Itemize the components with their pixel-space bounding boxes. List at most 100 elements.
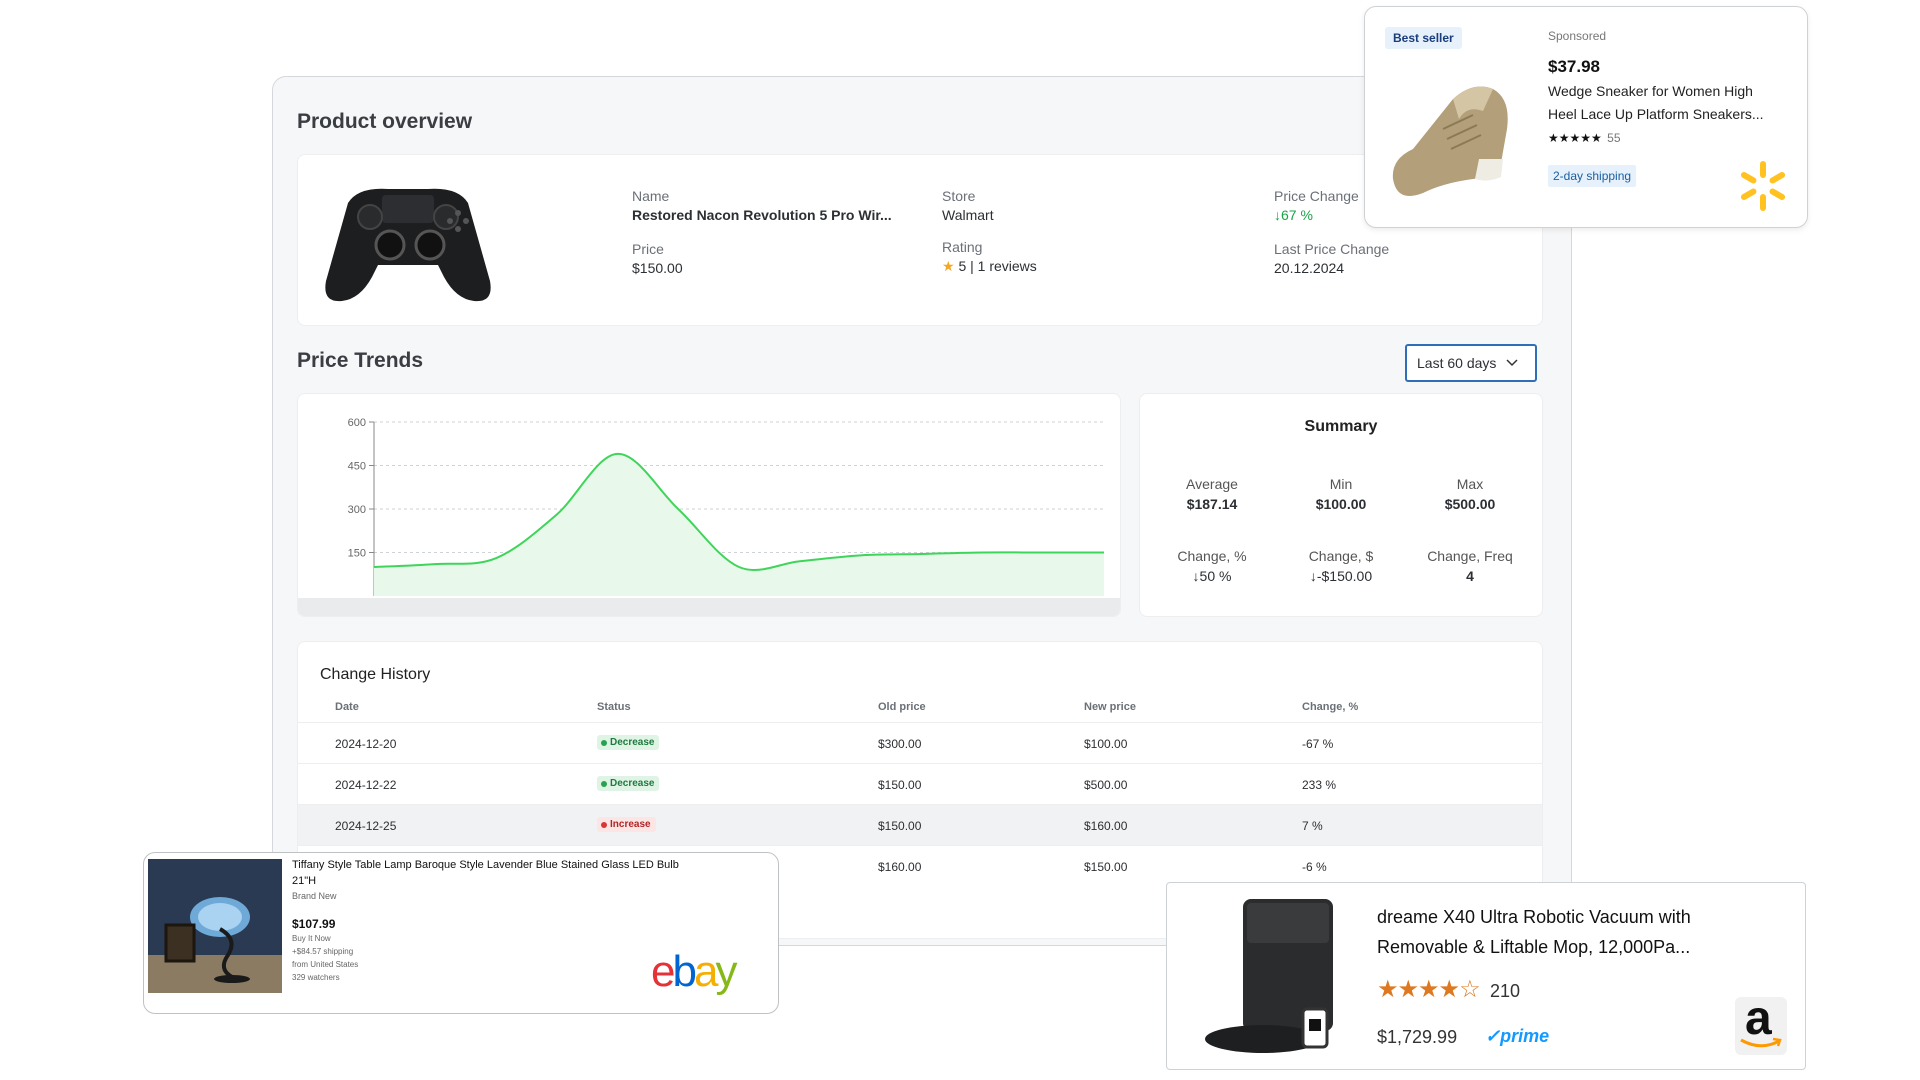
rating-stars: ★★★★☆ 210 [1377, 975, 1520, 1004]
rating-value: ★ 5 | 1 reviews [942, 258, 1037, 275]
location-label: from United States [292, 960, 359, 969]
status-dot [601, 821, 607, 828]
product-image [148, 859, 282, 993]
ad-price: $37.98 [1548, 57, 1600, 76]
max-value: $500.00 [1444, 496, 1496, 512]
status-badge: Increase [597, 817, 656, 832]
ebay-ad-card[interactable]: Tiffany Style Table Lamp Baroque Style L… [143, 852, 779, 1014]
min-value: $100.00 [1315, 496, 1367, 512]
row-new-price: $150.00 [1084, 860, 1128, 874]
row-old-price: $300.00 [878, 737, 922, 751]
review-count: 55 [1607, 131, 1621, 145]
product-title-line-1: dreame X40 Ultra Robotic Vacuum with [1377, 907, 1691, 927]
date-range-select[interactable]: Last 60 days [1405, 344, 1537, 382]
price-change-value: ↓67 % [1274, 207, 1313, 223]
row-old-price: $150.00 [878, 778, 922, 792]
prime-badge: ✓prime [1485, 1026, 1550, 1046]
y-tick-label: 300 [348, 504, 366, 516]
condition-label: Brand New [292, 891, 337, 901]
status-text: Decrease [610, 737, 655, 748]
listing-title-line-2: 21"H [292, 875, 317, 887]
change-usd-value: ↓-$150.00 [1309, 568, 1373, 584]
row-old-price: $150.00 [878, 819, 922, 833]
price-chart: 150 300 450 600 [297, 393, 1121, 617]
rating-stars: ★★★★★ 55 [1548, 131, 1621, 145]
max-label: Max [1456, 476, 1484, 492]
summary-change-usd: Change, $ ↓-$150.00 [1277, 548, 1405, 584]
table-row[interactable]: 2024-12-25 Increase $150.00 $160.00 7 % [298, 804, 1542, 846]
product-title-line-2: Removable & Liftable Mop, 12,000Pa... [1377, 937, 1691, 957]
row-change: 233 % [1302, 778, 1337, 792]
chart-scrollbar[interactable] [298, 598, 1120, 616]
buy-it-now-label: Buy It Now [292, 934, 331, 943]
rating-text: 5 | 1 reviews [958, 258, 1037, 274]
product-image [318, 173, 498, 307]
walmart-spark-logo [1740, 161, 1786, 211]
last-change-value: 20.12.2024 [1274, 260, 1345, 276]
summary-min: Min $100.00 [1277, 476, 1405, 512]
row-date: 2024-12-25 [335, 819, 397, 833]
product-image [1203, 897, 1343, 1059]
shipping-badge: 2-day shipping [1548, 165, 1637, 187]
listing-title-line-1: Tiffany Style Table Lamp Baroque Style L… [292, 859, 679, 871]
shipping-label: +$84.57 shipping [292, 947, 354, 956]
min-label: Min [1329, 476, 1353, 492]
price-change-label: Price Change [1274, 188, 1359, 204]
ad-title-line-2: Heel Lace Up Platform Sneakers... [1548, 106, 1764, 122]
product-price: $1,729.99 [1377, 1027, 1458, 1047]
change-freq-value: 4 [1466, 568, 1474, 584]
status-dot [601, 739, 607, 746]
row-change: -67 % [1302, 737, 1334, 751]
status-badge: Decrease [597, 735, 660, 750]
status-badge: Decrease [597, 776, 660, 791]
ebay-logo-b: b [672, 947, 697, 996]
price-trend-chart: 150 300 450 600 [348, 417, 1104, 596]
y-tick-label: 600 [348, 417, 366, 429]
summary-change-freq: Change, Freq 4 [1406, 548, 1534, 584]
store-label: Store [942, 188, 976, 204]
ebay-logo-a: a [693, 947, 719, 996]
header-change: Change, % [1302, 701, 1359, 713]
amazon-ad-card[interactable]: dreame X40 Ultra Robotic Vacuum with Rem… [1166, 882, 1806, 1070]
change-pct-label: Change, % [1177, 548, 1247, 564]
row-new-price: $160.00 [1084, 819, 1128, 833]
name-value: Restored Nacon Revolution 5 Pro Wir... [632, 207, 892, 223]
series-area [374, 453, 1104, 596]
status-text: Increase [610, 819, 651, 830]
average-value: $187.14 [1186, 496, 1238, 512]
row-change: 7 % [1302, 819, 1323, 833]
star-icon: ★ [942, 258, 955, 274]
row-old-price: $160.00 [878, 860, 922, 874]
header-date: Date [335, 701, 359, 713]
ebay-logo: ebay [651, 947, 737, 997]
product-card: Name Restored Nacon Revolution 5 Pro Wir… [297, 154, 1543, 326]
stars-icon: ★★★★★ [1548, 131, 1602, 145]
row-date: 2024-12-20 [335, 737, 397, 751]
status-text: Decrease [610, 778, 655, 789]
change-usd-label: Change, $ [1308, 548, 1374, 564]
table-row[interactable]: 2024-12-22 Decrease $150.00 $500.00 233 … [298, 763, 1542, 805]
stars-icon: ★★★★☆ [1377, 976, 1481, 1003]
table-row[interactable]: 2024-12-20 Decrease $300.00 $100.00 -67 … [298, 722, 1542, 764]
change-freq-label: Change, Freq [1427, 548, 1513, 564]
watchers-label: 329 watchers [292, 973, 340, 982]
y-tick-label: 150 [348, 548, 366, 560]
price-value: $150.00 [632, 260, 683, 276]
best-seller-badge: Best seller [1385, 27, 1462, 49]
summary-average: Average $187.14 [1148, 476, 1276, 512]
walmart-ad-card[interactable]: Best seller Sponsored $37.98 Wedge Sneak… [1364, 6, 1808, 228]
amazon-smile-icon [1740, 1037, 1782, 1048]
status-dot [601, 780, 607, 787]
summary-max: Max $500.00 [1406, 476, 1534, 512]
change-history-title: Change History [320, 666, 431, 683]
last-change-label: Last Price Change [1274, 241, 1390, 257]
sponsored-label: Sponsored [1548, 29, 1607, 43]
row-change: -6 % [1302, 860, 1327, 874]
average-label: Average [1186, 476, 1238, 492]
change-pct-value: ↓50 % [1192, 568, 1232, 584]
chevron-down-icon [1506, 359, 1518, 367]
header-old-price: Old price [878, 701, 926, 713]
amazon-logo: a [1735, 992, 1787, 1055]
summary-card: Summary Average $187.14 Min $100.00 Max … [1139, 393, 1543, 617]
header-status: Status [597, 701, 631, 713]
